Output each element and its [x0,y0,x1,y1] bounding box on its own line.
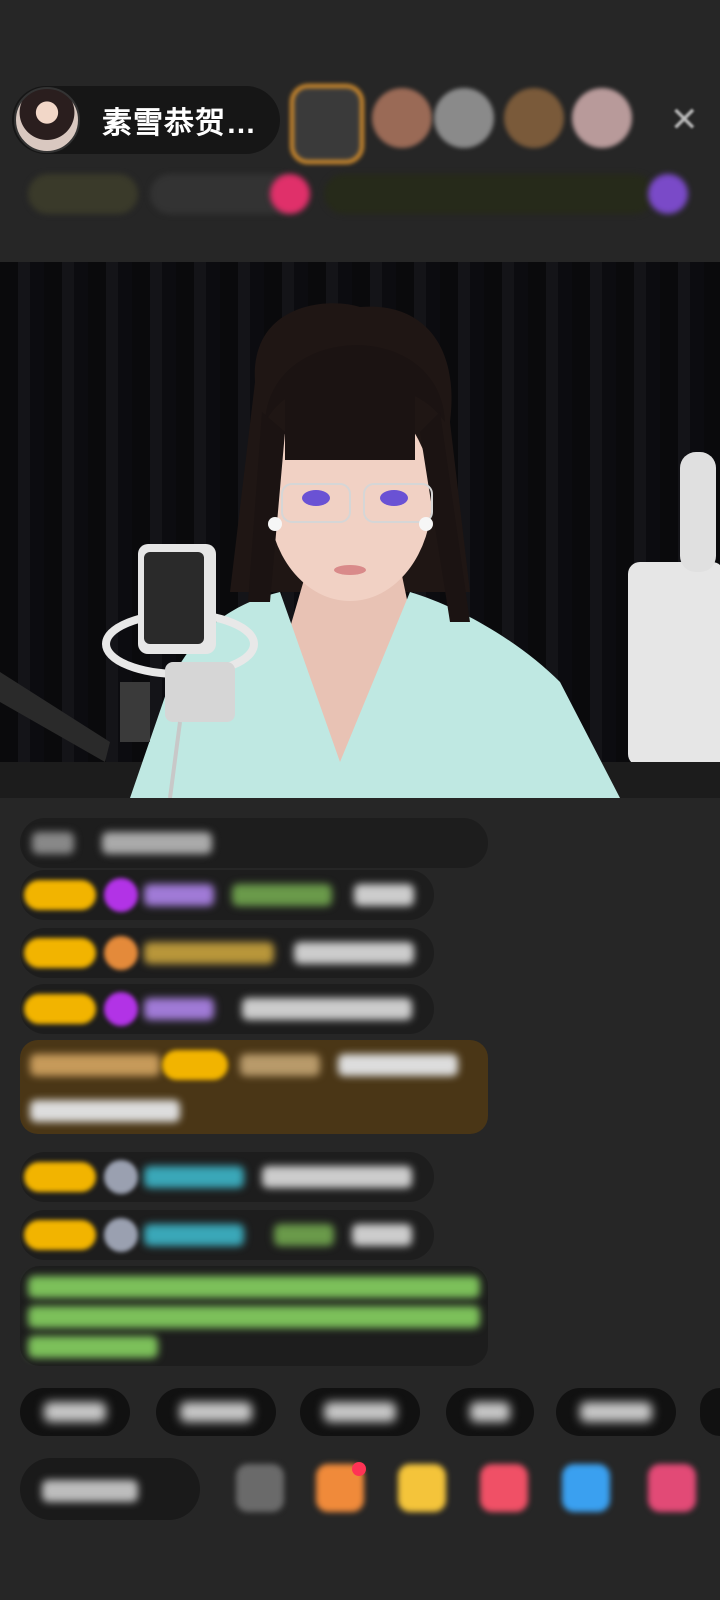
audience-avatar-5[interactable] [572,88,632,148]
gift-icon[interactable] [480,1464,528,1512]
chat-input[interactable] [20,1458,200,1520]
user-icon [104,1160,138,1194]
level-badge [24,938,96,968]
quick-reply-chip[interactable] [20,1388,130,1436]
chat-message[interactable] [20,1152,434,1202]
audience-avatar-4[interactable] [504,88,564,148]
level-badge [24,1220,96,1250]
quick-reply-chip[interactable] [556,1388,676,1436]
more-icon[interactable] [648,1464,696,1512]
info-chip-icon[interactable] [648,174,688,214]
user-icon [104,1218,138,1252]
badge-icon [104,936,138,970]
audience-avatar-1[interactable] [290,84,364,164]
gift-icon[interactable] [562,1464,610,1512]
gift-box-icon[interactable] [398,1464,446,1512]
live-video[interactable] [0,262,720,798]
chat-emoji-icon[interactable] [236,1464,284,1512]
streamer-video-frame [0,303,720,798]
chat-message[interactable] [20,1210,434,1260]
host-info-pill[interactable]: 素雪恭贺… [12,86,280,154]
host-name: 素雪恭贺… [102,107,257,140]
level-badge [162,1050,228,1080]
chat-message[interactable] [20,870,434,920]
info-chip-icon[interactable] [270,174,310,214]
gem-icon [104,878,138,912]
info-chip[interactable] [324,174,654,214]
quick-reply-chip[interactable] [700,1388,720,1436]
audience-avatar-3[interactable] [434,88,494,148]
chat-message-highlight[interactable] [20,1040,488,1134]
level-badge [24,1162,96,1192]
notification-dot [352,1462,366,1476]
host-avatar[interactable] [14,87,80,153]
system-notice [20,1266,488,1366]
close-icon[interactable]: ✕ [670,100,699,140]
level-badge [24,994,96,1024]
chat-message[interactable] [20,928,434,978]
quick-reply-chip[interactable] [156,1388,276,1436]
chat-message[interactable] [20,984,434,1034]
room-info-row [20,170,700,218]
gem-icon [104,992,138,1026]
info-chip[interactable] [28,174,138,214]
chat-message[interactable] [20,818,488,868]
level-badge [24,880,96,910]
audience-avatar-2[interactable] [372,88,432,148]
quick-reply-chip[interactable] [300,1388,420,1436]
quick-reply-chip[interactable] [446,1388,534,1436]
live-room-screen: 素雪恭贺… ✕ [0,0,720,1600]
